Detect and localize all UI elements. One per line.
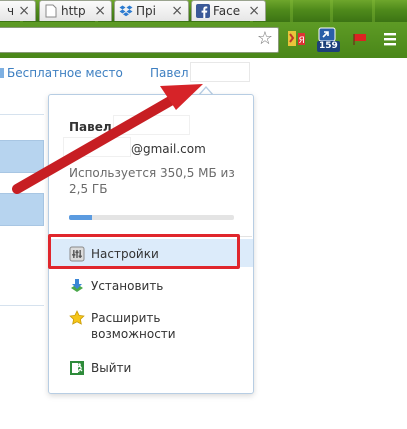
annotation-arrow [12, 84, 203, 194]
